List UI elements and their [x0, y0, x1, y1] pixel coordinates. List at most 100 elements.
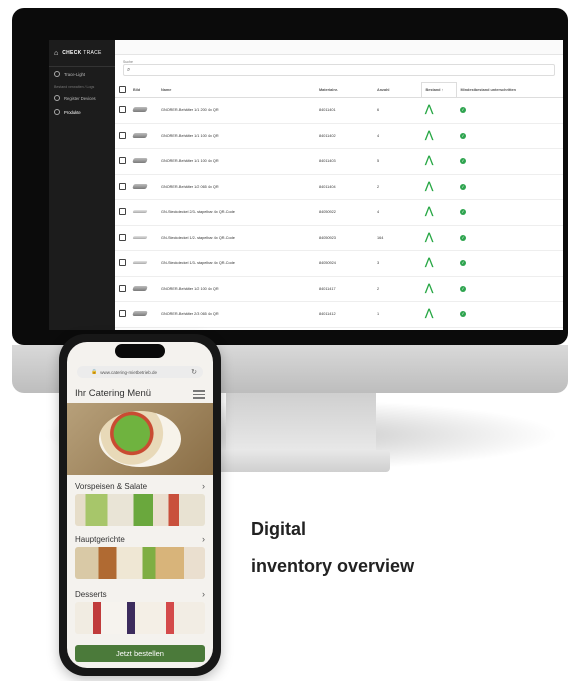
column-header-bild[interactable]: Bild: [129, 82, 157, 98]
min-stock-ok-icon: ✓: [456, 250, 563, 277]
row-checkbox[interactable]: [115, 301, 129, 328]
item-count: 5: [373, 148, 421, 175]
table-row[interactable]: GN-Steckdeckel 1/3- stapelbar 4x QR-Code…: [115, 250, 563, 277]
column-header-bestand-label: Bestand: [425, 88, 441, 92]
material-number: 84050922: [315, 199, 373, 226]
smartphone: 🔒 www.catering-mietbetrieb.de ↻ Ihr Cate…: [59, 334, 221, 676]
sort-icon: ↑: [441, 88, 444, 92]
min-stock-ok-icon: ✓: [456, 97, 563, 124]
sidebar-item-produkte[interactable]: Produkte: [49, 105, 115, 119]
row-checkbox[interactable]: [115, 123, 129, 149]
category-hauptgerichte[interactable]: Hauptgerichte ›: [67, 533, 213, 579]
order-now-button[interactable]: Jetzt bestellen: [75, 645, 205, 662]
table-row[interactable]: GNORER-Behälter 1/1 100 4x QR 84011403 5…: [115, 148, 563, 175]
item-count: 2: [373, 276, 421, 302]
app-logo[interactable]: ⌂ CHECK TRACE: [49, 40, 115, 67]
product-name: GN-Steckdeckel 1/2- stapelbar 4x QR-Code: [157, 225, 315, 251]
table-row[interactable]: GNORER-Behälter 1/2 065 4x QR 84011404 2…: [115, 174, 563, 200]
product-name: GNORER-Behälter 1/2 065 4x QR: [157, 174, 315, 200]
category-vorspeisen-salate[interactable]: Vorspeisen & Salate ›: [67, 480, 213, 526]
product-thumbnail: [129, 174, 157, 200]
column-header-name[interactable]: Name: [157, 82, 315, 98]
row-checkbox[interactable]: [115, 199, 129, 226]
material-number: 84050923: [315, 225, 373, 251]
product-thumbnail: [129, 148, 157, 175]
min-stock-ok-icon: ✓: [456, 123, 563, 149]
hamburger-menu-icon[interactable]: [193, 388, 205, 399]
row-checkbox[interactable]: [115, 276, 129, 302]
column-header-mindestbestand[interactable]: Mindestbestand unterschritten: [456, 82, 563, 98]
min-stock-ok-icon: ✓: [456, 225, 563, 251]
table-row[interactable]: GN-Steckdeckel 1/2- stapelbar 4x QR-Code…: [115, 225, 563, 251]
table-row[interactable]: GNORER-Behälter 1/2 100 4x QR 84011417 2…: [115, 276, 563, 302]
page-title: Ihr Catering Menü: [75, 387, 152, 399]
sidebar-item-label: Produkte: [64, 109, 81, 115]
imac-monitor: ⌂ CHECK TRACE Trace-Light Bestand verwal…: [12, 8, 568, 345]
category-image: [75, 602, 205, 634]
brand-prefix: CHECK: [62, 50, 82, 56]
table-row[interactable]: GNORER-Behälter 2/3 065 4x QR 84011412 1…: [115, 301, 563, 328]
product-thumbnail: [129, 97, 157, 124]
device-icon: [54, 95, 60, 101]
item-count: 4: [373, 123, 421, 149]
category-label: Vorspeisen & Salate: [75, 481, 148, 491]
chevron-right-icon: ›: [202, 534, 205, 544]
item-count: 2: [373, 174, 421, 200]
browser-url-bar[interactable]: 🔒 www.catering-mietbetrieb.de ↻: [77, 366, 203, 378]
stock-level-icon: ⋀: [421, 250, 456, 277]
stock-level-icon: ⋀: [421, 148, 456, 175]
category-image: [75, 547, 205, 579]
min-stock-ok-icon: ✓: [456, 199, 563, 226]
search-icon: ⌕: [127, 66, 131, 73]
column-header-bestand[interactable]: Bestand ↑: [420, 82, 457, 98]
material-number: 84011401: [315, 97, 373, 124]
product-thumbnail: [129, 301, 157, 328]
url-text: www.catering-mietbetrieb.de: [100, 369, 158, 375]
item-count: 4: [373, 199, 421, 226]
search-area: Suche ⌕: [115, 55, 563, 76]
product-name: GNORER-Behälter 1/2 100 4x QR: [157, 276, 315, 302]
material-number: 84011417: [315, 276, 373, 302]
item-count: 6: [373, 97, 421, 124]
search-input[interactable]: ⌕: [123, 64, 555, 76]
category-label: Desserts: [75, 589, 107, 599]
row-checkbox[interactable]: [115, 97, 129, 124]
stock-level-icon: ⋀: [421, 199, 456, 226]
app-topbar: [115, 40, 563, 55]
product-thumbnail: [129, 123, 157, 149]
sidebar-item-label: Trace-Light: [64, 71, 86, 77]
stock-level-icon: ⋀: [421, 276, 456, 302]
select-all-checkbox[interactable]: [115, 82, 129, 98]
reload-icon[interactable]: ↻: [191, 368, 197, 376]
product-name: GNORER-Behälter 1/1 100 4x QR: [157, 148, 315, 175]
table-row[interactable]: GN-Steckdeckel 2/3- stapelbar 4x QR-Code…: [115, 199, 563, 226]
stock-level-icon: ⋀: [421, 225, 456, 251]
imac-stand-base: [200, 450, 390, 472]
column-header-anzahl[interactable]: Anzahl: [373, 82, 421, 98]
chevron-right-icon: ›: [202, 481, 205, 491]
category-label: Hauptgerichte: [75, 534, 125, 544]
row-checkbox[interactable]: [115, 148, 129, 175]
phone-notch: [115, 344, 165, 358]
table-row[interactable]: GNORER-Behälter 1/1 100 4x QR 84011402 4…: [115, 123, 563, 149]
phone-screen: 🔒 www.catering-mietbetrieb.de ↻ Ihr Cate…: [67, 342, 213, 668]
sidebar-item-register-devices[interactable]: Register Devices: [49, 91, 115, 105]
item-count: 164: [373, 225, 421, 251]
sidebar-item-trace-light[interactable]: Trace-Light: [49, 67, 115, 81]
table-row[interactable]: GNORER-Behälter 1/1 200 4x QR 84011401 6…: [115, 97, 563, 124]
stock-level-icon: ⋀: [421, 174, 456, 200]
item-count: 3: [373, 250, 421, 277]
product-name: GNORER-Behälter 2/3 065 4x QR: [157, 301, 315, 328]
inventory-table: Bild Name Materialnr. Anzahl Bestand ↑ M…: [115, 82, 563, 328]
row-checkbox[interactable]: [115, 225, 129, 251]
product-name: GN-Steckdeckel 2/3- stapelbar 4x QR-Code: [157, 199, 315, 226]
caption: Digital inventory overview: [251, 511, 414, 585]
table-header-row: Bild Name Materialnr. Anzahl Bestand ↑ M…: [115, 82, 563, 98]
row-checkbox[interactable]: [115, 174, 129, 200]
min-stock-ok-icon: ✓: [456, 148, 563, 175]
product-thumbnail: [129, 199, 157, 226]
column-header-materialnr[interactable]: Materialnr.: [315, 82, 373, 98]
row-checkbox[interactable]: [115, 250, 129, 277]
category-desserts[interactable]: Desserts ›: [67, 588, 213, 634]
min-stock-ok-icon: ✓: [456, 174, 563, 200]
